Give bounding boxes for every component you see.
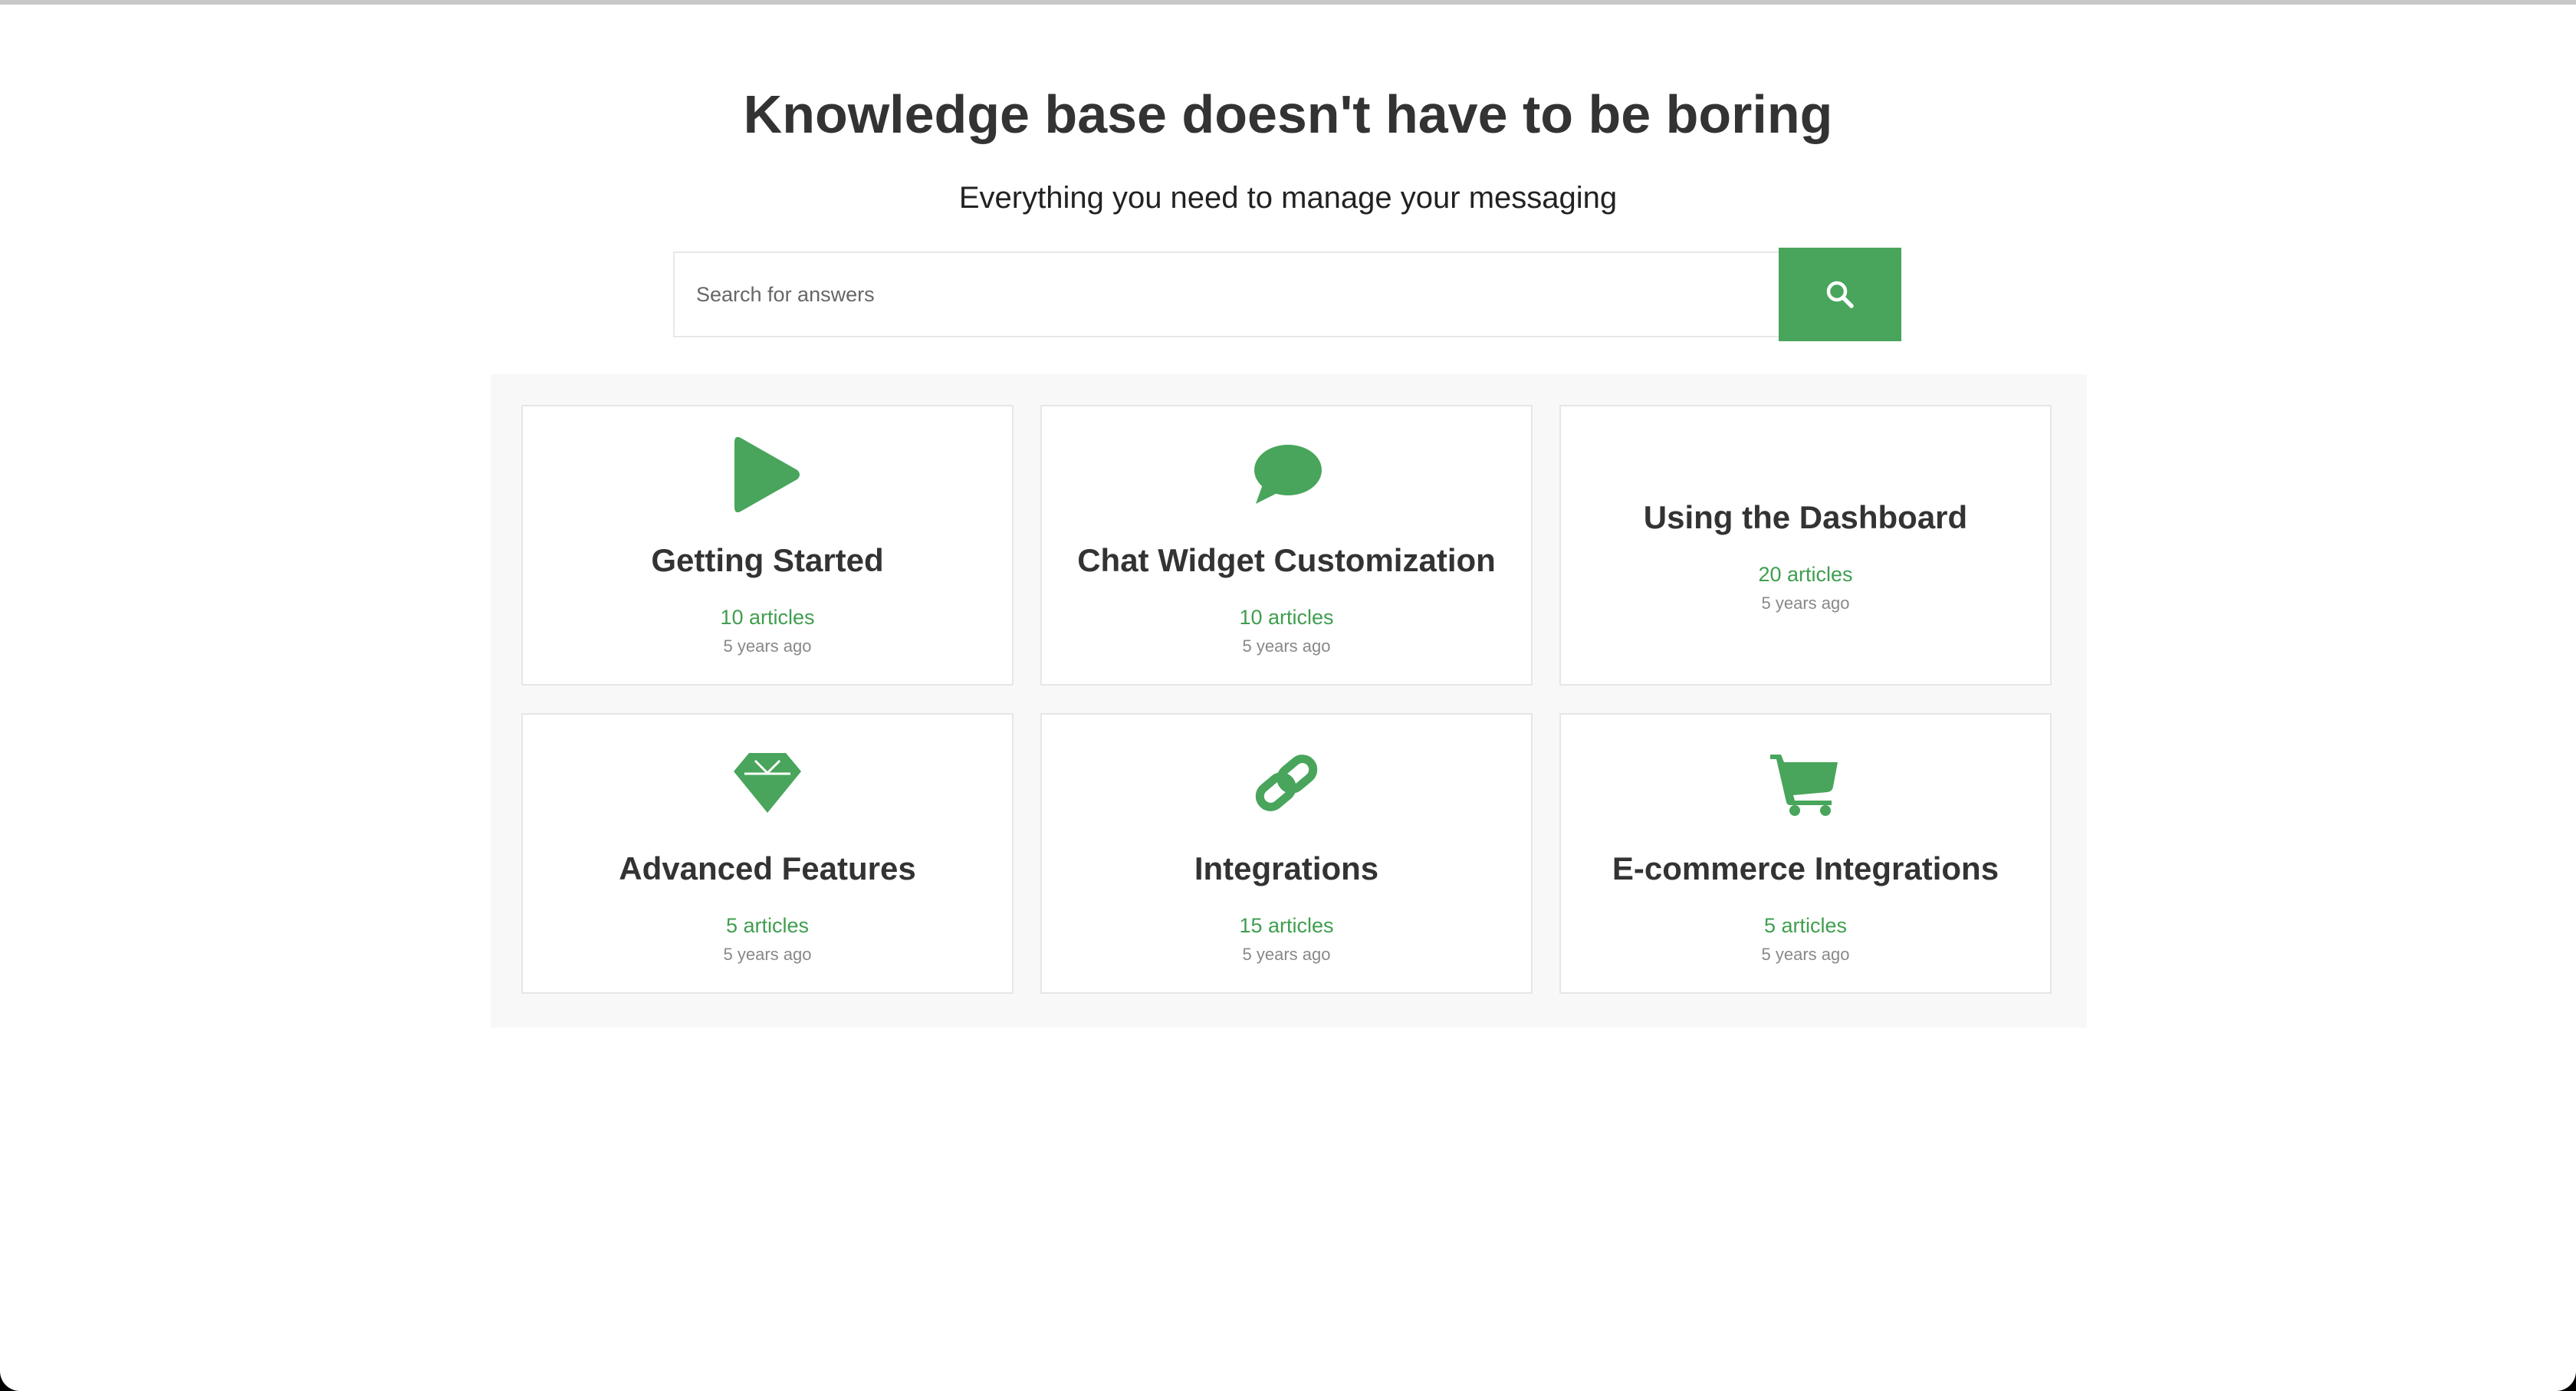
article-count: 5 articles xyxy=(725,914,810,937)
diamond-icon xyxy=(523,741,1012,825)
page-title: Knowledge base doesn't have to be boring xyxy=(743,84,1833,144)
category-card-chat-widget-customization[interactable]: Chat Widget Customization 10 articles 5 … xyxy=(1040,405,1533,686)
category-card-using-the-dashboard[interactable]: Using the Dashboard 20 articles 5 years … xyxy=(1559,405,2052,686)
search-button[interactable] xyxy=(1779,248,1901,341)
knowledge-base-page: Knowledge base doesn't have to be boring… xyxy=(0,0,2576,1391)
category-title: Chat Widget Customization xyxy=(1077,542,1496,578)
search-input[interactable] xyxy=(673,252,1779,337)
updated-time: 5 years ago xyxy=(1761,594,1850,613)
link-icon xyxy=(1042,741,1531,825)
updated-time: 5 years ago xyxy=(1242,636,1331,656)
updated-time: 5 years ago xyxy=(1761,945,1850,964)
category-title: Using the Dashboard xyxy=(1643,499,1968,535)
updated-time: 5 years ago xyxy=(723,636,812,656)
category-title: Getting Started xyxy=(651,542,884,578)
category-card-e-commerce-integrations[interactable]: E-commerce Integrations 5 articles 5 yea… xyxy=(1559,713,2052,994)
article-count: 5 articles xyxy=(1763,914,1848,937)
category-title: Advanced Features xyxy=(619,850,916,886)
page-subtitle: Everything you need to manage your messa… xyxy=(958,181,1618,215)
article-count: 20 articles xyxy=(1758,563,1853,586)
shopping-cart-icon xyxy=(1561,741,2050,825)
article-count: 10 articles xyxy=(1239,606,1334,629)
category-title: Integrations xyxy=(1194,850,1379,886)
category-card-getting-started[interactable]: Getting Started 10 articles 5 years ago xyxy=(521,405,1014,686)
chat-bubble-icon xyxy=(1042,432,1531,517)
article-count: 15 articles xyxy=(1239,914,1334,937)
updated-time: 5 years ago xyxy=(1242,945,1331,964)
category-card-advanced-features[interactable]: Advanced Features 5 articles 5 years ago xyxy=(521,713,1014,994)
article-count: 10 articles xyxy=(720,606,815,629)
search-bar xyxy=(673,248,1901,341)
play-icon xyxy=(523,432,1012,517)
category-title: E-commerce Integrations xyxy=(1612,850,1999,886)
categories-panel: Getting Started 10 articles 5 years ago … xyxy=(491,374,2087,1028)
category-card-integrations[interactable]: Integrations 15 articles 5 years ago xyxy=(1040,713,1533,994)
top-border xyxy=(0,0,2576,5)
search-icon xyxy=(1825,279,1855,310)
updated-time: 5 years ago xyxy=(723,945,812,964)
